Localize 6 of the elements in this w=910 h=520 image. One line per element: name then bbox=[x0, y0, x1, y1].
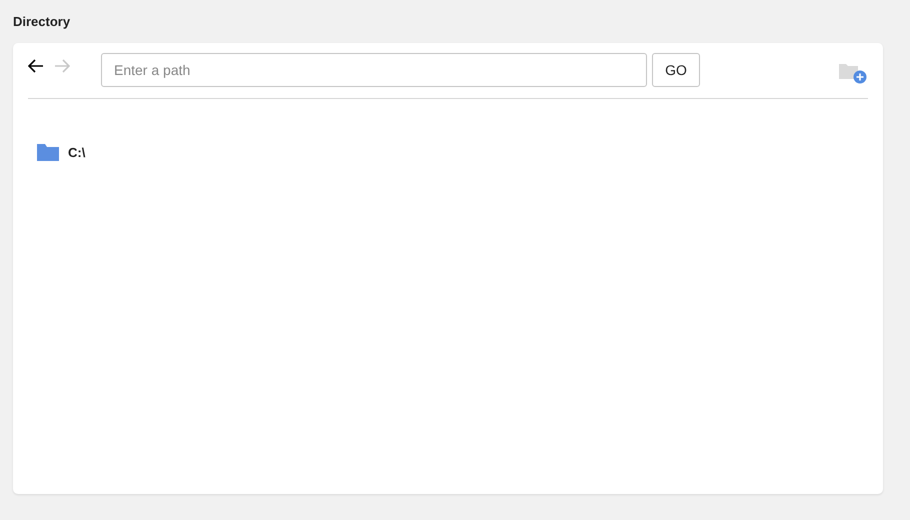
back-arrow-icon[interactable] bbox=[28, 59, 44, 73]
go-button[interactable]: GO bbox=[652, 53, 700, 87]
path-field[interactable]: Enter a path bbox=[101, 53, 647, 87]
folder-name[interactable]: C:\ bbox=[68, 145, 86, 160]
folder-icon[interactable] bbox=[37, 144, 59, 161]
section-title: Directory bbox=[13, 14, 72, 30]
